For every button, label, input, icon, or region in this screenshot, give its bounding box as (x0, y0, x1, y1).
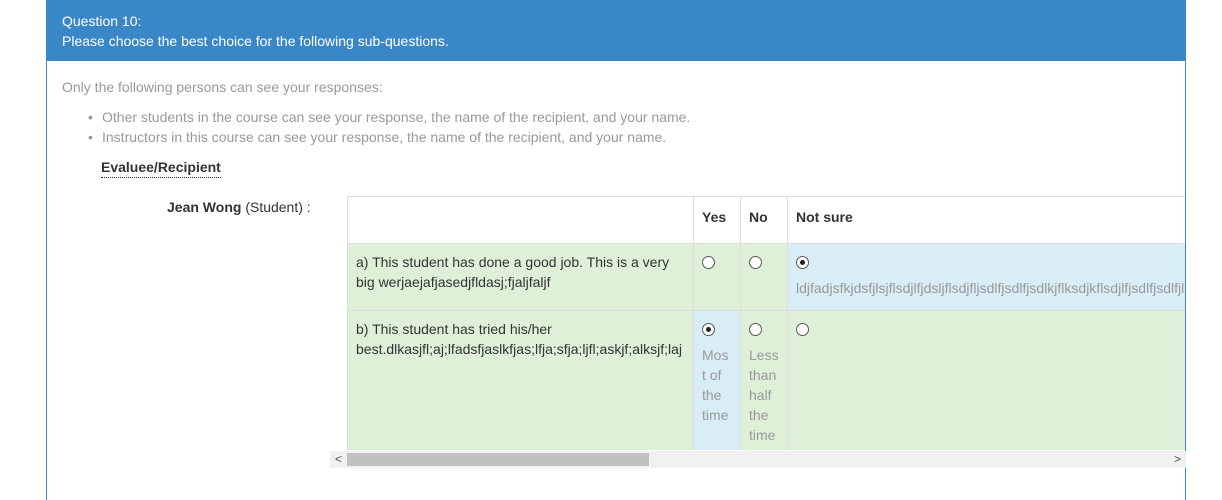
visibility-intro: Only the following persons can see your … (62, 79, 383, 95)
column-header-no: No (740, 196, 788, 244)
scrollbar-thumb[interactable] (347, 453, 649, 466)
radio-button[interactable] (749, 323, 762, 336)
horizontal-scrollbar[interactable]: < > (330, 451, 1186, 468)
rubric-table: Yes No Not sure a) This student has done… (347, 196, 1186, 450)
question-number: Question 10: (62, 13, 142, 29)
choice-description: Less than half the time (749, 347, 779, 443)
evaluee-label: Jean Wong (Student) : (167, 197, 311, 217)
choice-description: Most of the time (702, 347, 729, 423)
choice-cell[interactable] (693, 243, 741, 311)
visibility-list: Other students in the course can see you… (88, 107, 690, 147)
rubric-header-empty (347, 196, 694, 244)
choice-description: ldjfadjsfkjdsfjlsjflsdjlfjdsljflsdjfljsd… (796, 280, 1186, 296)
column-header-yes: Yes (693, 196, 741, 244)
rubric-header-row: Yes No Not sure (347, 196, 1185, 244)
scroll-right-arrow-icon[interactable]: > (1169, 451, 1186, 468)
radio-button[interactable] (702, 256, 715, 269)
choice-cell[interactable]: Most of the time (693, 310, 741, 450)
question-instruction: Please choose the best choice for the fo… (62, 33, 449, 49)
radio-button[interactable] (749, 256, 762, 269)
question-heading: Question 10: Please choose the best choi… (47, 0, 1185, 61)
visibility-item: Instructors in this course can see your … (88, 127, 690, 147)
radio-button[interactable] (796, 323, 809, 336)
recipient-label: Evaluee/Recipient (101, 157, 221, 178)
column-header-not-sure: Not sure (787, 196, 1185, 244)
radio-button-selected[interactable] (702, 323, 715, 336)
sub-question-label: a) This student has done a good job. Thi… (347, 243, 694, 311)
evaluee-name: Jean Wong (167, 199, 242, 215)
rubric-row: b) This student has tried his/her best.d… (347, 310, 1185, 450)
radio-button-selected[interactable] (796, 256, 809, 269)
rubric-row: a) This student has done a good job. Thi… (347, 243, 1186, 311)
scroll-left-arrow-icon[interactable]: < (330, 451, 347, 468)
choice-cell[interactable] (740, 243, 788, 311)
rubric-table-container[interactable]: Yes No Not sure a) This student has done… (347, 196, 1186, 450)
question-panel: Question 10: Please choose the best choi… (46, 0, 1186, 500)
choice-cell[interactable]: ldjfadjsfkjdsfjlsjflsdjlfjdsljflsdjfljsd… (787, 243, 1186, 311)
choice-cell[interactable] (787, 310, 1185, 450)
choice-cell[interactable]: Less than half the time (740, 310, 788, 450)
visibility-item: Other students in the course can see you… (88, 107, 690, 127)
evaluee-role: (Student) : (245, 199, 311, 215)
sub-question-label: b) This student has tried his/her best.d… (347, 310, 694, 450)
